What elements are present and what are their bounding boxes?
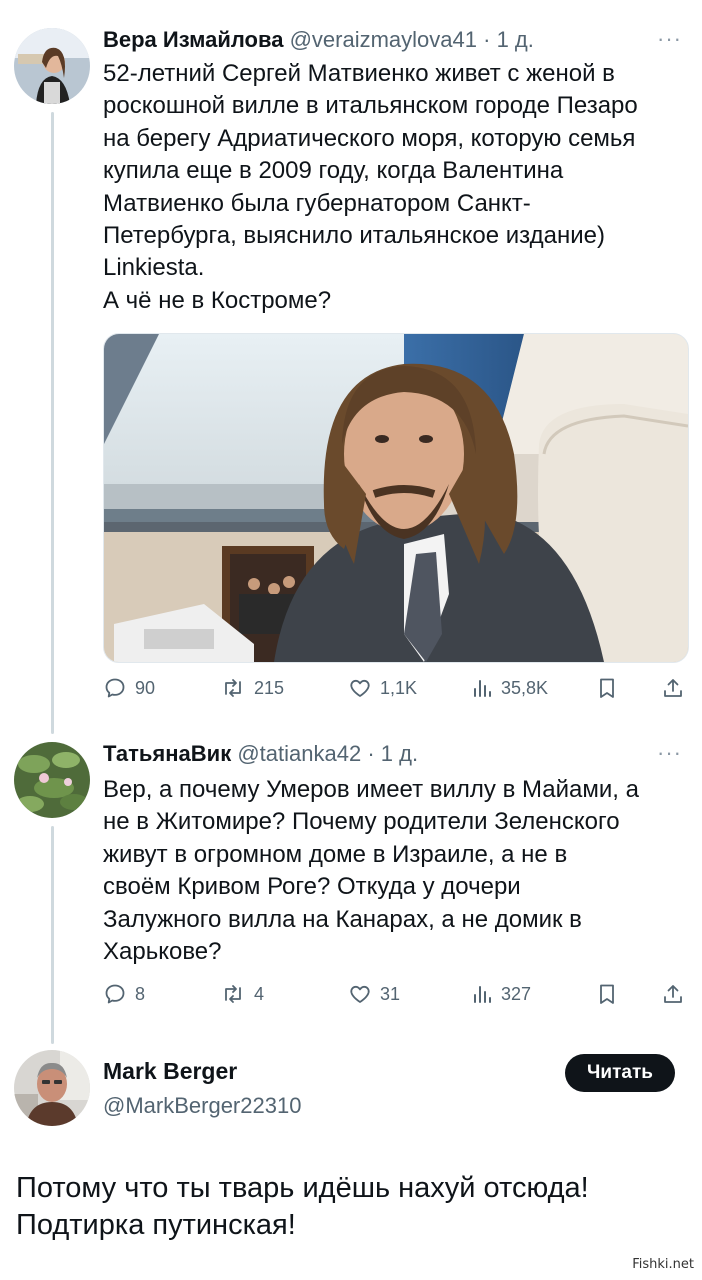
separator: · bbox=[483, 27, 491, 52]
views-count: 327 bbox=[501, 983, 532, 1004]
like-button[interactable]: 31 bbox=[348, 982, 400, 1006]
author-handle[interactable]: @tatianka42 bbox=[237, 741, 361, 766]
views-button[interactable]: 327 bbox=[471, 982, 531, 1006]
tweet-line: купила еще в 2009 году, когда Валентина bbox=[103, 157, 564, 185]
more-icon[interactable]: ··· bbox=[657, 740, 682, 766]
follow-button[interactable]: Читать bbox=[565, 1054, 675, 1092]
tweet-actions: 8 4 31 327 bbox=[103, 982, 688, 1010]
retweet-icon bbox=[220, 676, 246, 700]
author-name[interactable]: ТатьянаВик bbox=[103, 741, 231, 766]
tweet-line: Харькове? bbox=[103, 938, 222, 966]
author-name[interactable]: Вера Измайлова bbox=[103, 27, 283, 52]
tweet-line: А чё не в Костроме? bbox=[103, 286, 332, 314]
reply-icon bbox=[103, 982, 127, 1006]
retweet-button[interactable]: 4 bbox=[220, 982, 264, 1006]
like-count: 31 bbox=[380, 983, 401, 1004]
tweet-line: роскошной вилле в итальянском городе Пез… bbox=[103, 92, 638, 120]
reply-count: 90 bbox=[135, 677, 156, 698]
views-icon bbox=[471, 982, 493, 1006]
more-icon[interactable]: ··· bbox=[657, 26, 682, 52]
watermark: Fishki.net bbox=[632, 1257, 694, 1272]
tweet-line: своём Кривом Роге? Откуда у дочери bbox=[103, 873, 521, 901]
tweet-text: Вер, а почему Умеров имеет виллу в Майам… bbox=[103, 774, 688, 968]
separator: · bbox=[367, 741, 375, 766]
tweet-line: Вер, а почему Умеров имеет виллу в Майам… bbox=[103, 776, 639, 803]
retweet-icon bbox=[220, 982, 246, 1006]
thread-line bbox=[51, 826, 54, 1044]
avatar[interactable] bbox=[14, 28, 90, 104]
share-button[interactable] bbox=[661, 676, 685, 700]
share-icon bbox=[661, 676, 685, 700]
bookmark-icon bbox=[596, 982, 618, 1006]
share-icon bbox=[661, 982, 685, 1006]
tweet-photo[interactable] bbox=[103, 333, 689, 663]
avatar[interactable] bbox=[14, 742, 90, 818]
views-button[interactable]: 35,8K bbox=[471, 676, 548, 700]
reply-icon bbox=[103, 676, 127, 700]
tweet-line: Петербурга, выяснило итальянское издание… bbox=[103, 222, 605, 250]
like-icon bbox=[348, 982, 372, 1006]
like-icon bbox=[348, 676, 372, 700]
bookmark-button[interactable] bbox=[596, 676, 618, 700]
tweet-text: Потому что ты тварь идёшь нахуй отсюда! … bbox=[16, 1170, 676, 1244]
author-name[interactable]: Mark Berger bbox=[103, 1058, 237, 1085]
reply-count: 8 bbox=[135, 983, 146, 1004]
retweet-count: 215 bbox=[254, 677, 285, 698]
tweet-line: Потому что ты тварь идёшь нахуй отсюда! bbox=[16, 1172, 589, 1204]
timestamp[interactable]: 1 д. bbox=[497, 27, 534, 52]
tweet-actions: 90 215 1,1K 35,8K bbox=[103, 676, 688, 704]
tweet-line: на берегу Адриатического моря, которую с… bbox=[103, 124, 636, 152]
reply-button[interactable]: 8 bbox=[103, 982, 145, 1006]
author-handle[interactable]: @veraizmaylova41 bbox=[290, 27, 477, 52]
avatar[interactable] bbox=[14, 1050, 90, 1126]
bookmark-icon bbox=[596, 676, 618, 700]
timestamp[interactable]: 1 д. bbox=[381, 741, 418, 766]
share-button[interactable] bbox=[661, 982, 685, 1006]
like-button[interactable]: 1,1K bbox=[348, 676, 417, 700]
bookmark-button[interactable] bbox=[596, 982, 618, 1006]
views-icon bbox=[471, 676, 493, 700]
tweet-line: Матвиенко была губернатором Санкт- bbox=[103, 189, 531, 217]
tweet-text: 52-летний Сергей Матвиенко живет с женой… bbox=[103, 58, 688, 317]
tweet-line: 52-летний Сергей Матвиенко живет с женой… bbox=[103, 60, 615, 87]
tweet-line: Залужного вилла на Канарах, а не домик в bbox=[103, 905, 582, 933]
reply-button[interactable]: 90 bbox=[103, 676, 155, 700]
views-count: 35,8K bbox=[501, 677, 549, 698]
tweet-line: Подтирка путинская! bbox=[16, 1209, 296, 1241]
retweet-count: 4 bbox=[254, 983, 265, 1004]
tweet-line: живут в огромном доме в Израиле, а не в bbox=[103, 840, 568, 868]
thread-line bbox=[51, 112, 54, 734]
author-handle[interactable]: @MarkBerger22310 bbox=[103, 1093, 301, 1119]
tweet-line: Linkiesta. bbox=[103, 254, 205, 282]
like-count: 1,1K bbox=[380, 677, 418, 698]
retweet-button[interactable]: 215 bbox=[220, 676, 284, 700]
tweet-line: не в Житомире? Почему родители Зеленског… bbox=[103, 808, 620, 836]
